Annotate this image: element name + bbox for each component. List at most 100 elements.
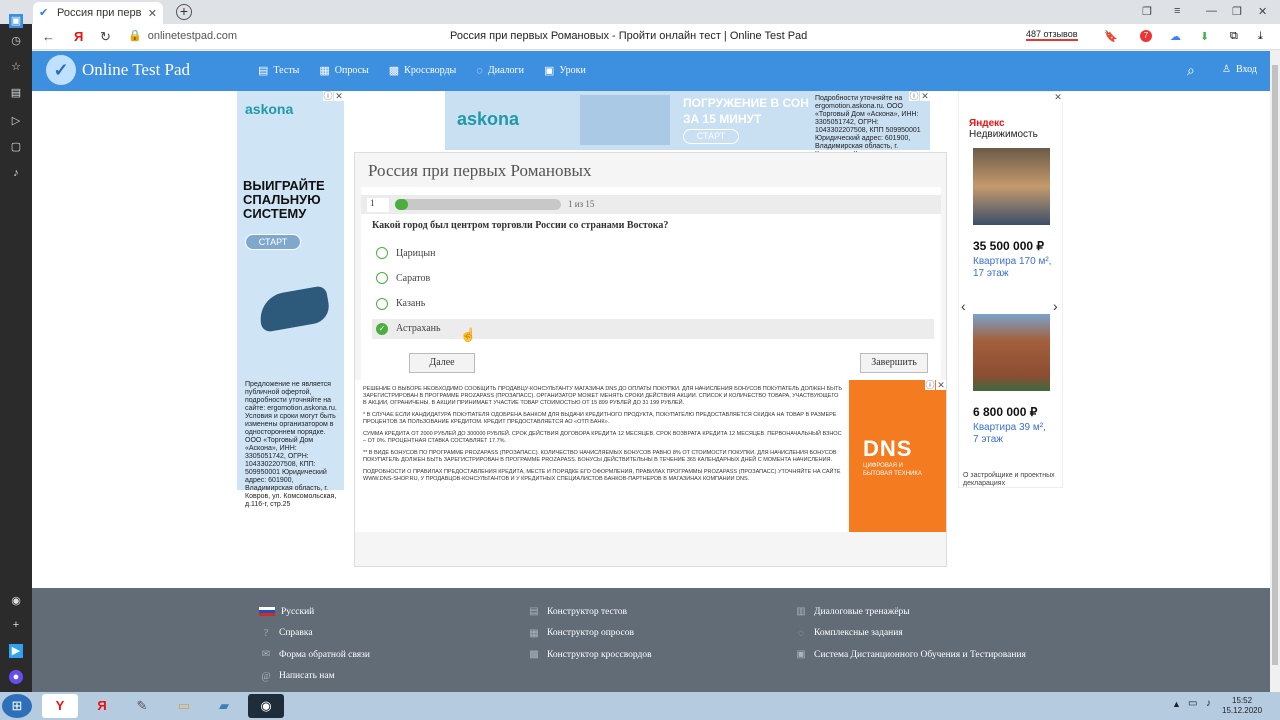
reload-icon[interactable]: ↻ bbox=[100, 29, 111, 45]
page-scrollbar[interactable] bbox=[1270, 51, 1280, 692]
property-photo[interactable] bbox=[973, 148, 1050, 225]
feedback-icon: ✉ bbox=[261, 649, 271, 661]
progress-fill bbox=[395, 199, 409, 210]
cloud-extension-icon[interactable]: ☁ bbox=[1170, 30, 1181, 43]
video-icon[interactable]: ▷ bbox=[9, 114, 23, 128]
property-photo[interactable] bbox=[973, 314, 1050, 391]
tests-icon: ▤ bbox=[529, 606, 539, 618]
menu-polls[interactable]: ▦ Опросы bbox=[319, 64, 368, 77]
radio-icon[interactable] bbox=[376, 297, 388, 310]
minimize-icon[interactable]: — bbox=[1206, 5, 1217, 17]
menu-dialogs[interactable]: ◌ Диалоги bbox=[476, 64, 524, 77]
close-tab-icon[interactable]: ✕ bbox=[148, 7, 157, 20]
ad-cta-button[interactable]: СТАРТ bbox=[245, 234, 301, 250]
footer-lms[interactable]: ▣ Система Дистанционного Обучения и Тести… bbox=[794, 644, 1026, 666]
ad-info-icon[interactable]: ⓘ bbox=[925, 380, 935, 390]
ad-close-icon[interactable]: ✕ bbox=[1053, 92, 1063, 102]
ad-banner-top[interactable]: askona ПОГРУЖЕНИЕ В СОН ЗА 15 МИНУТ СТАР… bbox=[445, 91, 930, 166]
finish-button[interactable]: Завершить bbox=[860, 353, 928, 373]
bookmark-icon[interactable]: 🔖 bbox=[1104, 30, 1118, 43]
tray-arrow-icon[interactable]: ▲ bbox=[1172, 699, 1181, 709]
footer-crossword-builder[interactable]: ▩ Конструктор кроссвордов bbox=[527, 644, 651, 666]
footer-complex-tasks[interactable]: ◌ Комплексные задания bbox=[794, 623, 1026, 645]
ad-cta-button[interactable]: СТАРТ bbox=[683, 129, 739, 144]
progress-row: 1 1 из 15 bbox=[361, 195, 941, 214]
yandex-browser-icon[interactable]: Y bbox=[42, 694, 78, 718]
network-icon[interactable]: ▭ bbox=[1188, 698, 1197, 709]
menu-crosswords[interactable]: ▩ Кроссворды bbox=[389, 64, 457, 77]
notebook-icon[interactable]: ▰ bbox=[206, 694, 242, 718]
add-panel-icon[interactable]: + bbox=[9, 618, 23, 632]
menu-icon[interactable]: ≡ bbox=[1174, 5, 1180, 17]
property-desc[interactable]: Квартира 170 м², 17 этаж bbox=[973, 256, 1053, 280]
ad-banner-left[interactable]: askona ВЫИГРАЙТЕ СПАЛЬНУЮ СИСТЕМУ СТАРТ … bbox=[237, 91, 344, 508]
radio-icon[interactable] bbox=[376, 272, 388, 285]
ad-close-icon[interactable]: ✕ bbox=[936, 380, 946, 390]
footer-help[interactable]: ? Справка bbox=[259, 623, 370, 645]
footer-write-us[interactable]: @ Написать нам bbox=[259, 666, 370, 688]
notifications-icon[interactable]: ♪ bbox=[9, 166, 23, 180]
favorites-icon[interactable]: ☆ bbox=[9, 60, 23, 74]
footer-poll-builder[interactable]: ▦ Конструктор опросов bbox=[527, 623, 652, 645]
ad-legal-text: РЕШЕНИЕ О ВЫБОРЕ НЕОБХОДИМО СООБЩИТЬ ПРО… bbox=[363, 386, 842, 482]
new-tab-button[interactable]: + bbox=[176, 4, 192, 20]
login-link[interactable]: ♙ Вход bbox=[1222, 64, 1257, 75]
messenger-icon[interactable]: ▶ bbox=[9, 644, 23, 658]
alice-icon[interactable]: ◉ bbox=[9, 594, 23, 608]
extension-badge[interactable]: 7 bbox=[1140, 30, 1152, 42]
download-icon[interactable]: ⬇ bbox=[1200, 30, 1209, 43]
obs-icon[interactable]: ◉ bbox=[248, 694, 284, 718]
url-field[interactable]: 🔒 onlinetestpad.com bbox=[128, 29, 237, 43]
system-clock[interactable]: 15:52 15.12.2020 bbox=[1222, 696, 1262, 716]
bookmarks-icon[interactable]: ❐ bbox=[1142, 5, 1152, 18]
ad-brand: askona bbox=[457, 109, 520, 129]
answer-option[interactable]: ✓ Астрахань bbox=[372, 318, 934, 339]
chevron-left-icon[interactable]: ‹ bbox=[961, 298, 966, 314]
lock-icon: 🔒 bbox=[128, 30, 142, 42]
answer-option[interactable]: Казань bbox=[372, 294, 934, 314]
assistant-icon[interactable]: ● bbox=[9, 670, 23, 684]
site-header: ✓ Online Test Pad ▤ Тесты ▦ Опросы ▩ Кроссв… bbox=[32, 51, 1270, 91]
reviews-badge[interactable]: 487 отзывов bbox=[1026, 29, 1078, 41]
folder-icon[interactable]: ▭ bbox=[166, 694, 202, 718]
site-logo[interactable]: ✓ Online Test Pad bbox=[46, 55, 190, 85]
answer-option[interactable]: Царицын bbox=[372, 243, 934, 263]
menu-tests[interactable]: ▤ Тесты bbox=[258, 64, 299, 77]
ad-info-icon[interactable]: ⓘ bbox=[323, 91, 333, 101]
collections-icon[interactable]: ▤ bbox=[9, 86, 23, 100]
search-icon[interactable]: ⌕ bbox=[1187, 62, 1195, 79]
next-button[interactable]: Далее bbox=[409, 353, 475, 373]
ad-close-icon[interactable]: ✕ bbox=[920, 91, 930, 101]
property-desc[interactable]: Квартира 39 м², 7 этаж bbox=[973, 422, 1053, 446]
tabs-icon[interactable]: ▢ bbox=[9, 140, 23, 154]
app-icon[interactable]: ▣ bbox=[9, 14, 23, 28]
restore-icon[interactable]: ❐ bbox=[1232, 5, 1242, 18]
yandex-icon[interactable]: Я bbox=[84, 694, 120, 718]
ad-info-icon[interactable]: ⓘ bbox=[909, 91, 919, 101]
footer-test-builder[interactable]: ▤ Конструктор тестов bbox=[527, 601, 652, 623]
history-icon[interactable]: ◷ bbox=[9, 34, 23, 48]
footer-dialog-trainers[interactable]: ▥ Диалоговые тренажёры bbox=[794, 601, 1026, 623]
footer-language[interactable]: Русский bbox=[259, 601, 370, 623]
back-icon[interactable]: ← bbox=[42, 29, 55, 44]
start-icon[interactable]: ⊞ bbox=[2, 694, 32, 718]
paint-icon[interactable]: ✎ bbox=[124, 694, 160, 718]
extensions-icon[interactable]: ⧉ bbox=[1230, 30, 1238, 43]
browser-tab[interactable]: ✔ Россия при первых Ро... ✕ bbox=[33, 2, 163, 24]
answer-option[interactable]: Саратов bbox=[372, 268, 934, 288]
ad-banner-dns[interactable]: РЕШЕНИЕ О ВЫБОРЕ НЕОБХОДИМО СООБЩИТЬ ПРО… bbox=[355, 380, 946, 532]
volume-icon[interactable]: ♪ bbox=[1206, 698, 1211, 709]
chevron-right-icon[interactable]: › bbox=[1053, 298, 1058, 314]
tests-icon: ▤ bbox=[258, 65, 269, 77]
radio-checked-icon[interactable]: ✓ bbox=[376, 322, 388, 335]
scrollbar-thumb[interactable] bbox=[1272, 65, 1278, 665]
ad-close-icon[interactable]: ✕ bbox=[334, 91, 344, 101]
footer-feedback-form[interactable]: ✉ Форма обратной связи bbox=[259, 644, 370, 666]
close-window-icon[interactable]: ✕ bbox=[1258, 5, 1267, 18]
ad-banner-right[interactable]: Яндекс Недвижимость 35 500 000 ₽ Квартир… bbox=[958, 91, 1063, 488]
radio-icon[interactable] bbox=[376, 247, 388, 259]
yandex-icon[interactable]: Я bbox=[74, 29, 83, 44]
menu-lessons[interactable]: ▣ Уроки bbox=[544, 64, 586, 77]
download-manager-icon[interactable]: ⤓ bbox=[1258, 30, 1263, 43]
url-text: onlinetestpad.com bbox=[147, 29, 237, 42]
